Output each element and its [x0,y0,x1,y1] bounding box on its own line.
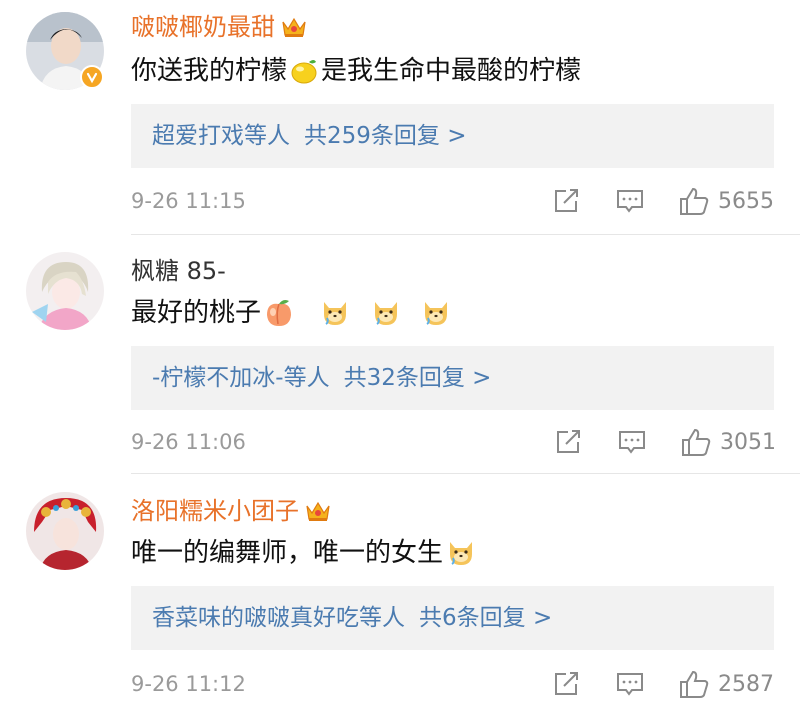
avatar[interactable] [26,252,104,330]
share-icon[interactable] [552,669,580,699]
reply-count-link[interactable]: 共6条回复 > [419,605,552,631]
comment-time: 9-26 11:15 [131,189,246,213]
username-text[interactable]: 啵啵椰奶最甜 [131,13,275,41]
like-count: 5655 [718,188,774,214]
reply-users[interactable]: -柠檬不加冰-等人 [152,365,330,391]
comment-time: 9-26 11:06 [131,430,246,454]
comment-item: 洛阳糯米小团子 唯一的编舞师，唯一的女生 香菜味的啵啵真好吃等人 共6条回复 > … [0,474,800,707]
comment-text: 唯一的编舞师，唯一的女生 [131,538,444,568]
comment-time: 9-26 11:12 [131,672,246,696]
comment-content: 最好的桃子 [131,296,454,337]
avatar[interactable] [26,12,104,90]
vip-crown-icon [305,499,331,530]
username[interactable]: 啵啵椰奶最甜 [131,12,307,46]
share-icon[interactable] [554,427,582,457]
reply-count-link[interactable]: 共32条回复 > [344,365,492,391]
comment-meta: 9-26 11:06 3051 [131,427,776,457]
reply-count-link[interactable]: 共259条回复 > [304,123,466,149]
comment-text: 你送我的柠檬 [131,56,288,86]
reply-summary[interactable]: -柠檬不加冰-等人 共32条回复 > [131,346,774,410]
dog-emoji-icon [420,296,452,337]
thumbs-up-icon [680,187,709,215]
username[interactable]: 洛阳糯米小团子 [131,496,331,530]
comment-content: 唯一的编舞师，唯一的女生 [131,536,479,577]
reply-users[interactable]: 超爱打戏等人 [152,123,290,149]
avatar-image [26,492,104,570]
comment-meta: 9-26 11:12 2587 [131,669,774,699]
vip-crown-icon [281,15,307,46]
comment-text: 最好的桃子 [131,298,262,328]
like-count: 2587 [718,671,774,697]
comment-icon[interactable] [615,186,645,216]
comment-item: 枫糖 85- 最好的桃子 -柠檬不加冰-等人 共32条回复 > 9-26 11:0… [0,236,800,474]
comment-meta: 9-26 11:15 5655 [131,186,774,216]
dog-emoji-icon [445,536,477,577]
comment-content: 你送我的柠檬 是我生命中最酸的柠檬 [131,54,581,95]
reply-summary[interactable]: 香菜味的啵啵真好吃等人 共6条回复 > [131,586,774,650]
comment-icon[interactable] [617,427,647,457]
like-count: 3051 [720,429,776,455]
reply-summary[interactable]: 超爱打戏等人 共259条回复 > [131,104,774,168]
avatar[interactable] [26,492,104,570]
username-text[interactable]: 枫糖 85- [131,257,226,285]
comment-item: 啵啵椰奶最甜 你送我的柠檬 是我生命中最酸的柠檬 超爱打戏等人 共259条回复 >… [0,0,800,236]
peach-emoji-icon [263,298,295,337]
username[interactable]: 枫糖 85- [131,256,226,286]
reply-users[interactable]: 香菜味的啵啵真好吃等人 [152,605,405,631]
lemon-emoji-icon [289,56,319,95]
like-button[interactable]: 2587 [678,669,774,699]
share-icon[interactable] [552,186,580,216]
like-button[interactable]: 3051 [680,427,776,457]
verified-badge-icon [80,65,104,89]
comment-icon[interactable] [615,669,645,699]
comment-text-2: 是我生命中最酸的柠檬 [321,56,582,86]
divider [131,234,800,235]
username-text[interactable]: 洛阳糯米小团子 [131,497,299,525]
avatar-image [26,252,104,330]
like-button[interactable]: 5655 [678,186,774,216]
dog-emoji-icon [370,296,402,337]
dog-emoji-icon [319,296,351,337]
thumbs-up-icon [680,670,709,698]
thumbs-up-icon [682,428,711,456]
